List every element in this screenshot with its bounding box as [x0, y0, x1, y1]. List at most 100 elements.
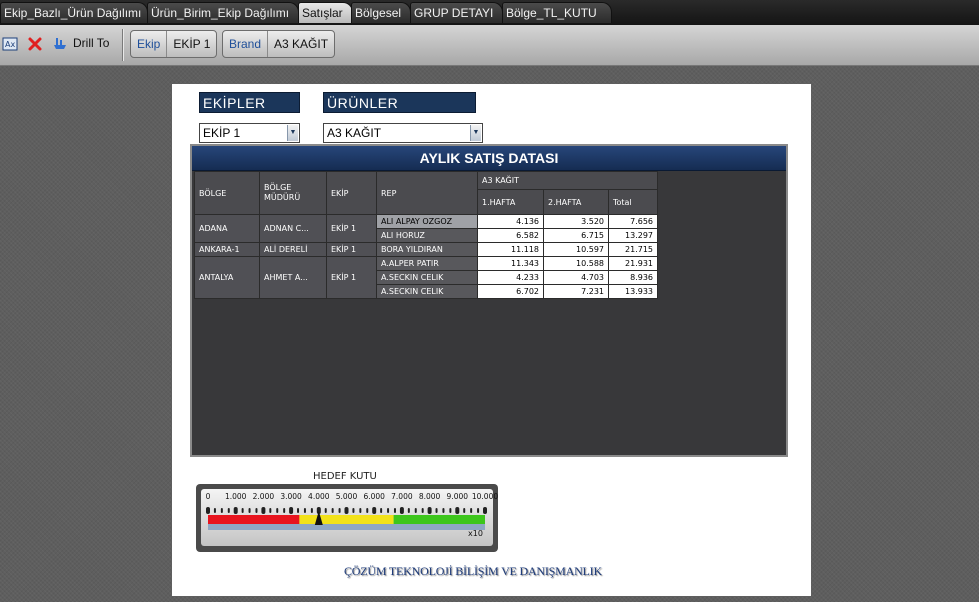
gauge-tick-label: 4.000: [308, 492, 330, 501]
gauge-minor-tick: [255, 508, 258, 513]
gauge-tick-label: 0: [206, 492, 211, 501]
selection-toolbar: Ax Drill To Ekip EKİP 1 Brand A3 KAĞIT: [0, 25, 979, 66]
urun-dropdown[interactable]: A3 KAĞIT ▼: [323, 123, 483, 143]
cell-mudur[interactable]: AHMET A...: [259, 256, 327, 299]
gauge-minor-tick: [269, 508, 272, 513]
gauge-tick-label: 10.000: [472, 492, 498, 501]
tab-ekip-bazli-urun[interactable]: Ekip_Bazlı_Ürün Dağılımı: [0, 2, 148, 23]
ekipler-header: EKİPLER: [199, 92, 300, 113]
col-header-total[interactable]: Total: [608, 189, 658, 215]
cell-total: 21.931: [608, 256, 658, 271]
selection-value-brand: A3 KAĞIT: [274, 37, 329, 51]
gauge-minor-tick: [310, 508, 313, 513]
svg-text:Ax: Ax: [5, 40, 15, 49]
tab-grup-detayi[interactable]: GRUP DETAYI: [410, 2, 503, 23]
gauge-minor-tick: [303, 508, 306, 513]
gauge-minor-tick: [366, 508, 369, 513]
cell-week1: 11.118: [477, 242, 544, 257]
sort-by-load-order-icon[interactable]: Ax: [2, 36, 18, 52]
col-header-rep[interactable]: REP: [376, 171, 478, 215]
gauge-tick-label: 6.000: [363, 492, 385, 501]
tab-satislar[interactable]: Satışlar: [298, 2, 353, 23]
gauge-minor-tick: [331, 508, 334, 513]
gauge-track: [208, 524, 485, 530]
sales-pivot-table: BÖLGE BÖLGE MÜDÜRÜ EKİP REP A3 KAĞIT 1.H…: [194, 171, 658, 299]
gauge-major-tick: [233, 507, 238, 514]
gauge-minor-tick: [414, 508, 417, 513]
gauge-minor-tick: [220, 508, 223, 513]
current-selection-ekip[interactable]: Ekip EKİP 1: [130, 30, 218, 58]
cell-mudur[interactable]: ALİ DERELİ: [259, 242, 327, 257]
cell-rep[interactable]: A.SECKIN CELIK: [376, 270, 478, 285]
cell-ekip[interactable]: EKİP 1: [326, 256, 377, 299]
gauge-minor-tick: [283, 508, 286, 513]
cell-week2: 3.520: [543, 214, 609, 229]
gauge-minor-tick: [324, 508, 327, 513]
cell-total: 7.656: [608, 214, 658, 229]
clear-selection-icon[interactable]: [27, 36, 43, 52]
target-linear-gauge: 0 1.000 2.000 3.000 4.000 5.000 6.000 7.000 8.00…: [196, 484, 498, 552]
cell-bolge[interactable]: ANTALYA: [194, 256, 260, 299]
gauge-minor-tick: [352, 508, 355, 513]
tab-urun-birim-ekip[interactable]: Ürün_Birim_Ekip Dağılımı: [147, 2, 299, 23]
cell-rep[interactable]: ALI ALPAY OZGOZ: [376, 214, 478, 229]
company-footer: ÇÖZÜM TEKNOLOJİ BİLİŞİM VE DANIŞMANLIK: [344, 564, 602, 578]
cell-week2: 4.703: [543, 270, 609, 285]
cell-week1: 4.233: [477, 270, 544, 285]
cell-ekip[interactable]: EKİP 1: [326, 214, 377, 243]
cell-total: 13.297: [608, 228, 658, 243]
gauge-minor-tick: [359, 508, 362, 513]
cell-rep[interactable]: A.ALPER PATIR: [376, 256, 478, 271]
chevron-down-icon[interactable]: ▼: [287, 125, 298, 141]
gauge-minor-tick: [463, 508, 466, 513]
col-header-week2[interactable]: 2.HAFTA: [543, 189, 609, 215]
tab-bolge-tl-kutu[interactable]: Bölge_TL_KUTU: [502, 2, 612, 23]
gauge-color-band: [299, 515, 394, 524]
gauge-tick-label: 9.000: [447, 492, 469, 501]
col-header-ekip[interactable]: EKİP: [326, 171, 377, 215]
current-selection-brand[interactable]: Brand A3 KAĞIT: [222, 30, 336, 58]
col-header-bolge[interactable]: BÖLGE: [194, 171, 260, 215]
selection-field-brand: Brand: [223, 31, 269, 57]
gauge-minor-tick: [241, 508, 244, 513]
gauge-tick-label: 7.000: [391, 492, 413, 501]
gauge-major-tick: [261, 507, 266, 514]
gauge-minor-tick: [470, 508, 473, 513]
gauge-major-tick: [372, 507, 377, 514]
ekip-dropdown[interactable]: EKİP 1 ▼: [199, 123, 300, 143]
gauge-minor-tick: [393, 508, 396, 513]
gauge-title: HEDEF KUTU: [313, 471, 377, 482]
cell-rep[interactable]: BORA YILDIRAN: [376, 242, 478, 257]
drill-to-label[interactable]: Drill To: [73, 36, 109, 50]
gauge-minor-tick: [421, 508, 424, 513]
gauge-tick-label: 2.000: [253, 492, 275, 501]
col-header-week1[interactable]: 1.HAFTA: [477, 189, 544, 215]
col-header-mudur[interactable]: BÖLGE MÜDÜRÜ: [259, 171, 327, 215]
gauge-major-tick: [399, 507, 404, 514]
gauge-minor-tick: [297, 508, 300, 513]
chevron-down-icon[interactable]: ▼: [470, 125, 481, 141]
cell-bolge[interactable]: ANKARA-1: [194, 242, 260, 257]
gauge-minor-tick: [442, 508, 445, 513]
cell-week2: 10.597: [543, 242, 609, 257]
cell-bolge[interactable]: ADANA: [194, 214, 260, 243]
cell-mudur[interactable]: ADNAN C...: [259, 214, 327, 243]
cell-total: 13.933: [608, 284, 658, 299]
gauge-tick-label: 1.000: [225, 492, 247, 501]
col-header-product[interactable]: A3 KAĞIT: [477, 171, 658, 190]
drill-to-icon[interactable]: [52, 36, 68, 52]
gauge-minor-tick: [227, 508, 230, 513]
cell-total: 8.936: [608, 270, 658, 285]
monthly-sales-panel: AYLIK SATIŞ DATASI BÖLGE BÖLGE MÜDÜRÜ EK…: [190, 144, 788, 457]
cell-rep[interactable]: ALI HORUZ: [376, 228, 478, 243]
cell-total: 21.715: [608, 242, 658, 257]
tab-bolgesel[interactable]: Bölgesel: [351, 2, 411, 23]
gauge-minor-tick: [338, 508, 341, 513]
gauge-major-tick: [483, 507, 487, 514]
cell-ekip[interactable]: EKİP 1: [326, 242, 377, 257]
gauge-multiplier: x10: [468, 529, 483, 538]
gauge-minor-tick: [477, 508, 480, 513]
gauge-major-tick: [206, 507, 210, 514]
cell-rep[interactable]: A.SECKIN CELIK: [376, 284, 478, 299]
gauge-tick-label: 5.000: [336, 492, 358, 501]
